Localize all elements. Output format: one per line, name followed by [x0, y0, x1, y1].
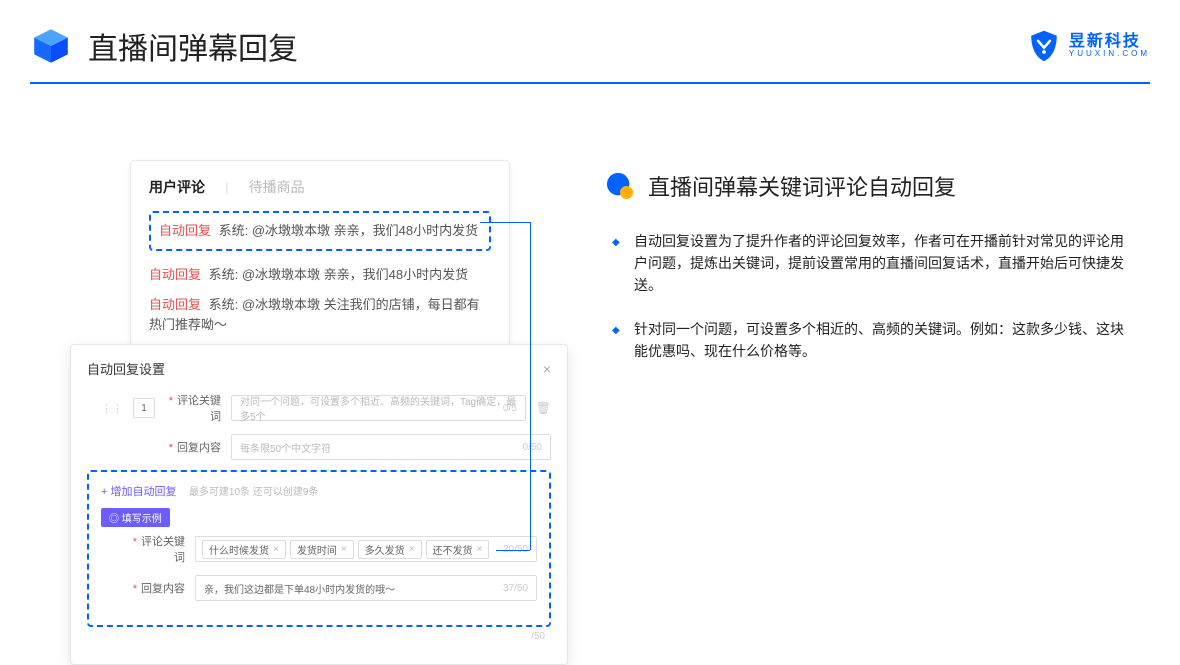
add-autoreply-tip: 最多可建10条 还可以创建9条 [189, 487, 318, 498]
example-reply-label: 回复内容 [129, 580, 185, 596]
keyword-tag[interactable]: 多久发货 [358, 540, 422, 559]
connector-line [480, 222, 530, 223]
outer-counter: /50 [531, 631, 545, 642]
example-keyword-label: 评论关键词 [129, 533, 185, 565]
comments-tabs: 用户评论 | 待播商品 [149, 177, 491, 197]
example-keyword-tagbox[interactable]: 什么时候发货 发货时间 多久发货 还不发货 20/50 [195, 536, 537, 562]
settings-row-keywords: ⋮⋮ 1 评论关键词 对同一个问题，可设置多个相近、高频的关键词，Tag确定，最… [87, 392, 551, 424]
brand-block: 昱新科技 YUUXIN.COM [1027, 29, 1150, 63]
chat-bubble-icon [606, 172, 634, 200]
section-title: 直播间弹幕关键词评论自动回复 [648, 170, 956, 202]
cube-icon [30, 25, 72, 67]
reply-input[interactable]: 每条限50个中文字符 0/50 [231, 434, 551, 460]
title-underline [30, 82, 1150, 84]
keyword-tag[interactable]: 发货时间 [290, 540, 354, 559]
keyword-label: 评论关键词 [165, 392, 221, 424]
keyword-tag[interactable]: 什么时候发货 [202, 540, 286, 559]
example-badge: ◎ 填写示例 [101, 508, 170, 527]
settings-row-reply: 回复内容 每条限50个中文字符 0/50 [87, 434, 551, 460]
tab-separator: | [225, 179, 229, 195]
page-title: 直播间弹幕回复 [88, 24, 298, 68]
example-row-keywords: 评论关键词 什么时候发货 发货时间 多久发货 还不发货 20/50 [101, 533, 537, 565]
page-header: 直播间弹幕回复 昱新科技 YUUXIN.COM [30, 24, 1150, 68]
tab-user-comments[interactable]: 用户评论 [149, 177, 205, 197]
add-autoreply-link[interactable]: + 增加自动回复 [101, 486, 176, 498]
close-icon[interactable]: × [543, 361, 551, 377]
comment-item: 自动回复 系统: @冰墩墩本墩 关注我们的店铺，每日都有热门推荐呦～ [149, 295, 491, 335]
comment-highlighted: 自动回复 系统: @冰墩墩本墩 亲亲，我们48小时内发货 [149, 211, 491, 251]
auto-reply-tag: 自动回复 [159, 223, 211, 238]
connector-line [530, 222, 531, 550]
keyword-input[interactable]: 对同一个问题，可设置多个相近、高频的关键词，Tag确定，最多5个 0/5 [231, 395, 526, 421]
brand-name: 昱新科技 [1069, 34, 1150, 50]
brand-url: YUUXIN.COM [1069, 50, 1150, 58]
bullet-item: 针对同一个问题，可设置多个相近的、高频的关键词。例如：这款多少钱、这块能优惠吗、… [634, 318, 1136, 362]
reply-counter: 0/50 [523, 442, 542, 453]
comments-card: 用户评论 | 待播商品 自动回复 系统: @冰墩墩本墩 亲亲，我们48小时内发货… [130, 160, 510, 370]
right-column: 直播间弹幕关键词评论自动回复 自动回复设置为了提升作者的评论回复效率，作者可在开… [606, 170, 1136, 384]
bullet-item: 自动回复设置为了提升作者的评论回复效率，作者可在开播前针对常见的评论用户问题，提… [634, 230, 1136, 296]
section-header: 直播间弹幕关键词评论自动回复 [606, 170, 1136, 202]
example-box: + 增加自动回复 最多可建10条 还可以创建9条 ◎ 填写示例 评论关键词 什么… [87, 470, 551, 627]
bullet-list: 自动回复设置为了提升作者的评论回复效率，作者可在开播前针对常见的评论用户问题，提… [606, 230, 1136, 362]
autoreply-settings-card: 自动回复设置 × ⋮⋮ 1 评论关键词 对同一个问题，可设置多个相近、高频的关键… [70, 344, 568, 665]
auto-reply-tag: 自动回复 [149, 297, 201, 312]
example-reply-counter: 37/50 [503, 583, 528, 594]
example-reply-input[interactable]: 亲，我们这边都是下单48小时内发货的哦～ 37/50 [195, 575, 537, 601]
connector-line [496, 550, 530, 551]
order-number: 1 [133, 398, 155, 418]
keyword-placeholder: 对同一个问题，可设置多个相近、高频的关键词，Tag确定，最多5个 [240, 393, 517, 423]
brand-shield-icon [1027, 29, 1061, 63]
drag-handle-icon[interactable]: ⋮⋮ [101, 402, 123, 415]
comment-item: 自动回复 系统: @冰墩墩本墩 亲亲，我们48小时内发货 [149, 265, 491, 285]
reply-placeholder: 每条限50个中文字符 [240, 440, 331, 455]
tab-pending-goods[interactable]: 待播商品 [249, 177, 305, 197]
keyword-counter: 0/5 [503, 403, 517, 414]
comment-text: 系统: @冰墩墩本墩 亲亲，我们48小时内发货 [219, 223, 479, 238]
settings-title: 自动回复设置 [87, 359, 165, 378]
example-reply-text: 亲，我们这边都是下单48小时内发货的哦～ [204, 581, 395, 596]
header-left: 直播间弹幕回复 [30, 24, 298, 68]
example-kw-counter: 20/50 [503, 544, 528, 555]
keyword-tag[interactable]: 还不发货 [426, 540, 490, 559]
delete-icon[interactable]: 🗑 [536, 401, 551, 415]
comment-text: 系统: @冰墩墩本墩 亲亲，我们48小时内发货 [209, 267, 469, 282]
auto-reply-tag: 自动回复 [149, 267, 201, 282]
reply-label: 回复内容 [165, 439, 221, 455]
example-row-reply: 回复内容 亲，我们这边都是下单48小时内发货的哦～ 37/50 [101, 575, 537, 601]
